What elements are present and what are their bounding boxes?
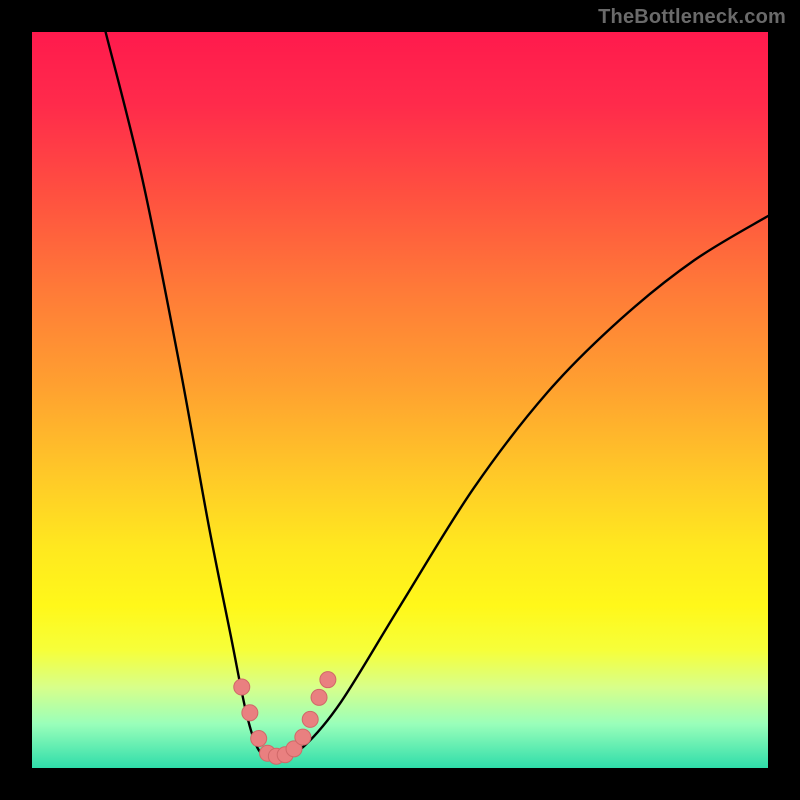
plot-area [32, 32, 768, 768]
marker-dot [320, 672, 336, 688]
marker-dots [234, 672, 336, 765]
marker-dot [311, 689, 327, 705]
outer-frame: TheBottleneck.com [0, 0, 800, 800]
bottleneck-curve [106, 32, 768, 758]
marker-dot [295, 729, 311, 745]
chart-svg [32, 32, 768, 768]
marker-dot [234, 679, 250, 695]
attribution-text: TheBottleneck.com [598, 6, 786, 29]
marker-dot [251, 731, 267, 747]
marker-dot [242, 705, 258, 721]
marker-dot [302, 711, 318, 727]
